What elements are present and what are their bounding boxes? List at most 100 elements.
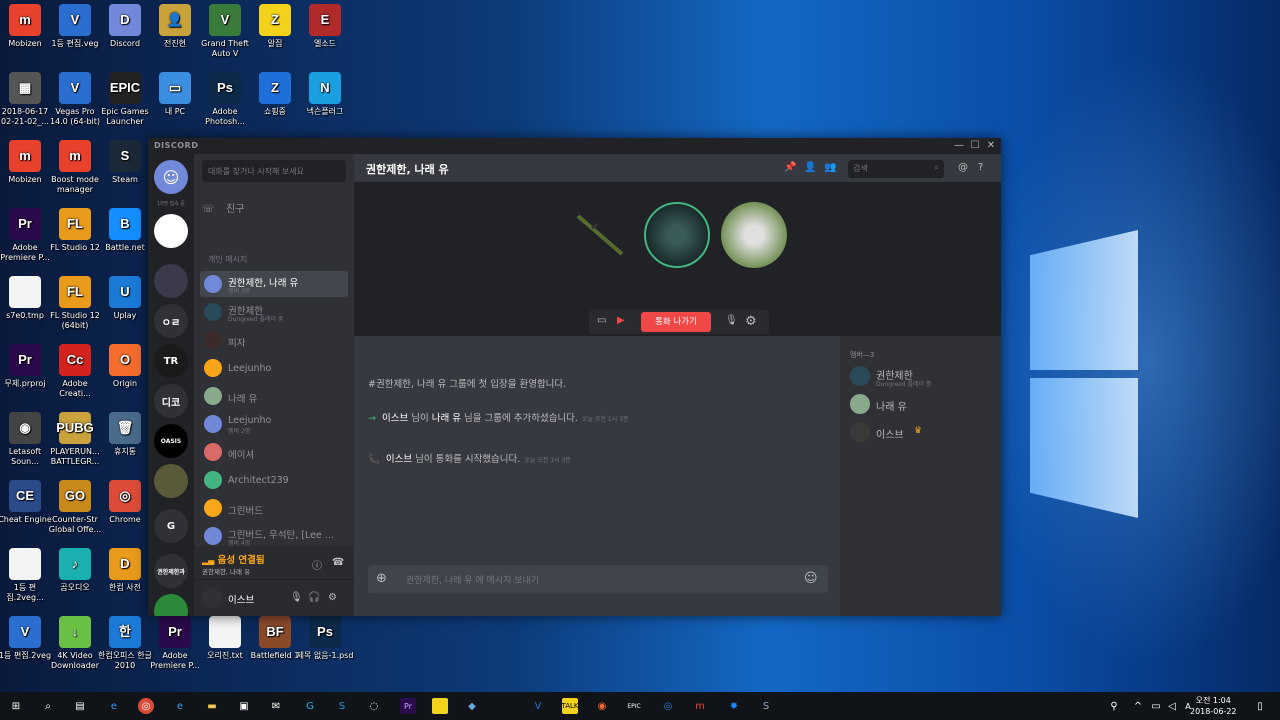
vegas-icon[interactable]: V	[530, 698, 546, 714]
skype-icon[interactable]: S	[334, 698, 350, 714]
desktop-icon[interactable]: ◎ Chrome	[96, 480, 154, 525]
desktop-icon[interactable]: O Origin	[96, 344, 154, 389]
dm-item[interactable]: 그린버드	[200, 495, 348, 521]
kakaotalk-icon[interactable]: TALK	[562, 698, 579, 714]
chat-search-input[interactable]: 검색 ⌕	[848, 160, 944, 178]
desktop-icon[interactable]: D 한컴 사전	[96, 548, 154, 593]
steam-icon[interactable]: S	[758, 698, 774, 714]
mail-icon[interactable]: ✉	[268, 698, 284, 714]
settings-gear-icon[interactable]: ⚙	[328, 592, 337, 603]
search-icon[interactable]: ⌕	[40, 698, 56, 714]
settings-gear-icon[interactable]: ⚙	[745, 314, 757, 329]
mention-icon[interactable]: @	[958, 162, 968, 173]
target-name[interactable]: 나래 유	[432, 413, 461, 424]
call-participant-avatar[interactable]	[644, 202, 710, 268]
voice-status-label: 음성 연결됨	[217, 555, 265, 566]
edge-icon[interactable]: e	[106, 698, 122, 714]
premiere-icon[interactable]: Pr	[400, 698, 416, 714]
mobizen-icon[interactable]: m	[692, 698, 708, 714]
welcome-message: #권한제한, 나래 유 그룹에 첫 입장을 환영합니다.	[368, 379, 567, 390]
home-button[interactable]: ☺	[154, 160, 188, 194]
tray-chevron-icon[interactable]: ^	[1130, 698, 1146, 714]
server-icon[interactable]: ㅇㄹ	[154, 304, 188, 338]
desktop-icon-label: Battle.net	[105, 243, 145, 252]
member-item[interactable]: 권한제한 Dungreed 플레이 중	[850, 364, 1000, 388]
server-icon[interactable]: G	[154, 509, 188, 543]
desktop-icon[interactable]: 🗑 휴지통	[96, 412, 154, 457]
epic-icon[interactable]: EPIC	[626, 698, 642, 714]
network-icon[interactable]: ▭	[1148, 698, 1164, 714]
dm-item[interactable]: 에이셔	[200, 439, 348, 465]
dm-search-input[interactable]: 대화를 찾거나 시작해 보세요	[202, 160, 346, 182]
desktop-icon[interactable]: S Steam	[96, 140, 154, 185]
desktop-icon[interactable]: B Battle.net	[96, 208, 154, 253]
desktop-icon[interactable]: U Uplay	[96, 276, 154, 321]
app-icon: Pr	[9, 208, 41, 240]
leave-call-button[interactable]: 통화 나가기	[641, 312, 711, 332]
volume-icon[interactable]: ◁	[1164, 698, 1180, 714]
app-icon[interactable]: ◌	[366, 698, 382, 714]
store-icon[interactable]: ▣	[236, 698, 252, 714]
message-text: 님이	[408, 413, 432, 424]
desktop-icon[interactable]: N 넥슨플러그	[296, 72, 354, 117]
pin-icon[interactable]: 📌	[784, 162, 796, 173]
member-item[interactable]: 이스브 ♛	[850, 420, 1000, 444]
app-icon[interactable]: G	[302, 698, 318, 714]
microphone-icon[interactable]: 🎙	[725, 315, 738, 326]
dm-item[interactable]: 권한제한, 나래 유 멤버 3명	[200, 271, 348, 297]
dm-item[interactable]: Leejunho 멤버 2명	[200, 411, 348, 437]
chrome-icon[interactable]: ◎	[138, 698, 154, 714]
server-icon[interactable]	[154, 214, 188, 248]
minimize-button[interactable]: —	[951, 139, 967, 153]
user-avatar[interactable]	[202, 588, 222, 608]
dm-item[interactable]: Leejunho	[200, 355, 348, 381]
battlenet-icon[interactable]: ✸	[726, 698, 742, 714]
upload-icon[interactable]: ⊕	[376, 571, 387, 586]
add-friend-icon[interactable]: 👤	[804, 162, 816, 173]
info-icon[interactable]: ⓘ	[312, 557, 322, 572]
desktop-icon[interactable]: E 엘소드	[296, 4, 354, 49]
timestamp: 오늘 오전 1시 3분	[524, 457, 571, 464]
title-bar: DISCORD — ☐ ✕	[148, 138, 1001, 154]
task-view-icon[interactable]: ▤	[72, 698, 88, 714]
clock[interactable]: 오전 1:04 2018-06-22	[1190, 695, 1237, 717]
actor-name[interactable]: 이스브	[382, 413, 408, 424]
dm-item[interactable]: 나래 유	[200, 383, 348, 409]
desktop-icon[interactable]: Ps 제목 없음-1.psd	[296, 616, 354, 661]
server-icon[interactable]: TR	[154, 344, 188, 378]
video-off-icon[interactable]: ▶	[617, 315, 625, 326]
disconnect-icon[interactable]: ☎	[332, 557, 344, 568]
headphones-icon[interactable]: 🎧	[308, 592, 320, 603]
member-item[interactable]: 나래 유	[850, 392, 1000, 416]
friends-link[interactable]: ☏ 친구	[202, 200, 244, 215]
microphone-icon[interactable]: 🎙	[290, 592, 303, 603]
file-explorer-icon[interactable]: ▬	[204, 698, 220, 714]
call-participant-avatar[interactable]	[721, 202, 787, 268]
ie-icon[interactable]: e	[172, 698, 188, 714]
message-input[interactable]: ⊕ 권한제한, 나래 유 에 메시지 보내기 ☺	[368, 565, 828, 593]
server-icon[interactable]	[154, 594, 188, 616]
help-icon[interactable]: ?	[978, 162, 983, 173]
app-icon[interactable]: ◆	[464, 698, 480, 714]
notes-icon[interactable]	[432, 698, 448, 714]
server-icon[interactable]	[154, 264, 188, 298]
actor-name[interactable]: 이스브	[386, 454, 412, 465]
start-button[interactable]: ⊞	[8, 698, 24, 714]
server-icon[interactable]: OASIS	[154, 424, 188, 458]
dm-item[interactable]: Architect239	[200, 467, 348, 493]
people-icon[interactable]: ⚲	[1106, 698, 1122, 714]
member-list-icon[interactable]: 👥	[824, 162, 836, 173]
origin-icon[interactable]: ◉	[594, 698, 610, 714]
emoji-icon[interactable]: ☺	[804, 571, 818, 586]
dm-item[interactable]: 피자	[200, 327, 348, 353]
message-text: 님을 그룹에 추가하셨습니다.	[460, 413, 578, 424]
uplay-icon[interactable]: ◎	[660, 698, 676, 714]
notifications-icon[interactable]: ▯	[1252, 698, 1268, 714]
server-icon[interactable]: 디코	[154, 384, 188, 418]
server-icon[interactable]	[154, 464, 188, 498]
close-button[interactable]: ✕	[983, 139, 999, 153]
screen-share-icon[interactable]: ▭	[597, 315, 606, 326]
dm-item[interactable]: 권한제한 Dungreed 플레이 중	[200, 299, 348, 325]
maximize-button[interactable]: ☐	[967, 139, 983, 153]
server-icon[interactable]: 권한제한과	[154, 554, 188, 588]
